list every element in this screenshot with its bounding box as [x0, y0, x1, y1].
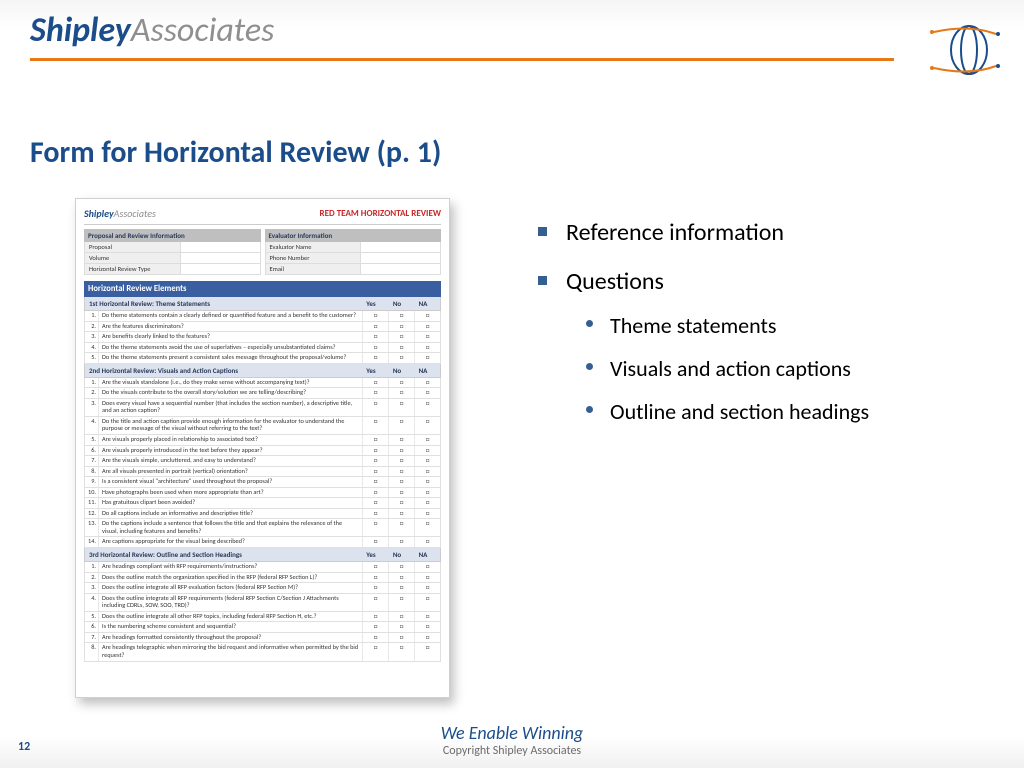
- globe-icon: [914, 20, 1004, 80]
- header-bar: ShipleyAssociates: [0, 0, 1024, 80]
- bullet-reference: Reference information: [530, 218, 990, 247]
- proposal-info-box: Proposal and Review Information Proposal…: [84, 229, 261, 275]
- sub-visuals: Visuals and action captions: [580, 355, 990, 382]
- sub-outline: Outline and section headings: [580, 398, 990, 425]
- slide-title: Form for Horizontal Review (p. 1): [30, 134, 441, 171]
- form-band: Horizontal Review Elements: [84, 281, 441, 297]
- orange-divider: [30, 58, 894, 61]
- footer: We Enable Winning Copyright Shipley Asso…: [0, 722, 1024, 768]
- footer-copyright: Copyright Shipley Associates: [0, 744, 1024, 758]
- brand-light: Associates: [131, 10, 275, 51]
- footer-tagline: We Enable Winning: [0, 722, 1024, 744]
- sub-theme: Theme statements: [580, 312, 990, 339]
- bullet-list: Reference information Questions Theme st…: [530, 218, 990, 445]
- bullet-questions: Questions Theme statements Visuals and a…: [530, 267, 990, 425]
- form-title: RED TEAM HORIZONTAL REVIEW: [320, 208, 441, 219]
- brand-strong: Shipley: [30, 10, 131, 51]
- page-number: 12: [18, 740, 30, 754]
- evaluator-info-box: Evaluator Information Evaluator Name Pho…: [265, 229, 442, 275]
- form-brand: ShipleyAssociates: [84, 207, 156, 220]
- slide: ShipleyAssociates Form for Horizontal Re…: [0, 0, 1024, 768]
- form-thumbnail: ShipleyAssociates RED TEAM HORIZONTAL RE…: [75, 198, 450, 698]
- brand-logo: ShipleyAssociates: [30, 10, 274, 51]
